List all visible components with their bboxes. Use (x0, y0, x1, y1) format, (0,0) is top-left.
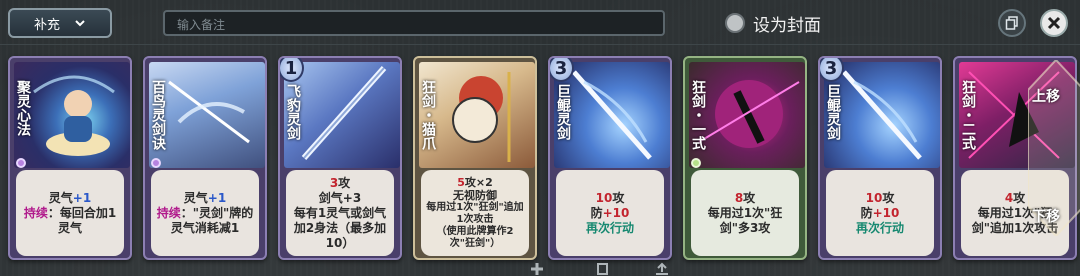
card-name: 狂剑・二式 (960, 80, 976, 150)
card-bai-niao-ling-jian-jue[interactable]: 百鸟灵剑诀 灵气+1 持续："灵剑"牌的灵气消耗减1 (143, 56, 267, 260)
desc-keyword: 持续 (156, 205, 181, 220)
card-kuang-jian-yi-shi[interactable]: 狂剑・一式 8攻 每用过1次"狂剑"多3攻 (683, 56, 807, 260)
card-art (14, 62, 130, 168)
desc-value: +1 (207, 190, 227, 205)
desc-value: +1 (72, 190, 92, 205)
copy-button[interactable] (998, 9, 1026, 37)
bottom-toolbar (0, 262, 1080, 276)
card-description: 10攻 防+10 再次行动 (556, 170, 664, 256)
move-down-label[interactable]: 下移 (1032, 206, 1060, 226)
card-ju-kun-ling-jian[interactable]: 3 巨鲲灵剑 10攻 防+10 再次行动 (548, 56, 672, 260)
desc-text: ：每回合加1灵气 (47, 205, 117, 235)
card-name: 巨鲲灵剑 (555, 84, 571, 140)
desc-value: 5 (457, 176, 465, 189)
desc-text: 攻 (882, 190, 895, 205)
card-art (824, 62, 940, 168)
rarity-gem (691, 158, 701, 168)
chevron-down-icon (75, 20, 85, 27)
desc-keyword: 持续 (23, 205, 48, 220)
card-name: 狂剑・一式 (690, 80, 706, 150)
card-description: 灵气+1 持续："灵剑"牌的灵气消耗减1 (151, 170, 259, 256)
card-art (284, 62, 400, 168)
card-description: 灵气+1 持续：每回合加1灵气 (16, 170, 124, 256)
copy-icon[interactable] (594, 262, 610, 276)
desc-text: ："灵剑"牌的灵气消耗减1 (170, 205, 254, 235)
desc-keyword: 再次行动 (855, 220, 904, 235)
radio-icon[interactable] (725, 13, 745, 33)
desc-text: 每用过1次"狂剑"多3攻 (707, 205, 783, 235)
card-name: 飞豹灵剑 (285, 84, 301, 140)
plus-icon[interactable] (530, 262, 544, 276)
desc-text: 攻 (612, 190, 625, 205)
close-icon (1047, 16, 1061, 30)
desc-keyword: 再次行动 (585, 220, 634, 235)
desc-text: 防 (590, 205, 603, 220)
desc-value: 4 (1004, 190, 1014, 205)
export-icon[interactable] (654, 262, 670, 276)
card-name: 狂剑・猫爪 (420, 80, 436, 150)
card-fei-bao-ling-jian[interactable]: 1 飞豹灵剑 3攻 剑气+3 每有1灵气或剑气加2身法（最多加10） (278, 56, 402, 260)
desc-text: 攻×2 (464, 176, 493, 189)
dropdown-label: 补充 (33, 17, 60, 33)
card-art (689, 62, 805, 168)
desc-text: 攻 (1013, 190, 1026, 205)
desc-text: 每有1灵气或剑气加2身法（最多加10） (293, 205, 387, 250)
deck-dropdown[interactable]: 补充 (8, 8, 112, 38)
desc-text: 攻 (743, 190, 756, 205)
card-art (419, 62, 535, 168)
card-description: 3攻 剑气+3 每有1灵气或剑气加2身法（最多加10） (286, 170, 394, 256)
copy-icon (1005, 16, 1018, 30)
card-art (149, 62, 265, 168)
desc-text: 防 (860, 205, 873, 220)
desc-value: +10 (872, 205, 900, 220)
set-cover-label: 设为封面 (753, 15, 821, 36)
desc-text: 灵气 (48, 190, 73, 205)
set-cover-toggle[interactable]: 设为封面 (725, 10, 821, 36)
desc-value: 3 (329, 175, 339, 190)
note-input[interactable]: 输入备注 (163, 10, 665, 36)
card-name: 聚灵心法 (15, 80, 31, 136)
divider (0, 44, 1080, 45)
close-button[interactable] (1040, 9, 1068, 37)
card-ju-kun-ling-jian-2[interactable]: 3 巨鲲灵剑 10攻 防+10 再次行动 (818, 56, 942, 260)
card-description: 5攻×2 无视防御 每用过1次"狂剑"追加1次攻击 （使用此牌算作2次"狂剑"） (421, 170, 529, 256)
note-placeholder: 输入备注 (177, 18, 226, 32)
card-description: 10攻 防+10 再次行动 (826, 170, 934, 256)
rarity-gem (16, 158, 26, 168)
card-name: 百鸟灵剑诀 (150, 80, 166, 150)
desc-text: （使用此牌算作2次"狂剑"） (436, 226, 514, 249)
desc-text: 攻 (338, 175, 351, 190)
desc-value: 10 (865, 190, 883, 205)
desc-value: 8 (734, 190, 744, 205)
card-ju-ling-xin-fa[interactable]: 聚灵心法 灵气+1 持续：每回合加1灵气 (8, 56, 132, 260)
desc-text: 剑气+3 (318, 190, 362, 205)
card-kuang-jian-mao-zhua[interactable]: 狂剑・猫爪 5攻×2 无视防御 每用过1次"狂剑"追加1次攻击 （使用此牌算作2… (413, 56, 537, 260)
desc-text: 无视防御 (453, 189, 497, 202)
move-overlay[interactable]: 上移 下移 (1027, 58, 1080, 238)
desc-value: 10 (595, 190, 613, 205)
card-row: 聚灵心法 灵气+1 持续：每回合加1灵气 百鸟灵剑诀 灵气+1 持续："灵剑"牌… (0, 56, 1080, 262)
move-up-label[interactable]: 上移 (1032, 86, 1060, 106)
desc-text: 灵气 (183, 190, 208, 205)
card-description: 8攻 每用过1次"狂剑"多3攻 (691, 170, 799, 256)
desc-value: +10 (602, 205, 630, 220)
desc-text: 每用过1次"狂剑"追加1次攻击 (426, 202, 524, 225)
card-art (554, 62, 670, 168)
card-name: 巨鲲灵剑 (825, 84, 841, 140)
rarity-gem (151, 158, 161, 168)
